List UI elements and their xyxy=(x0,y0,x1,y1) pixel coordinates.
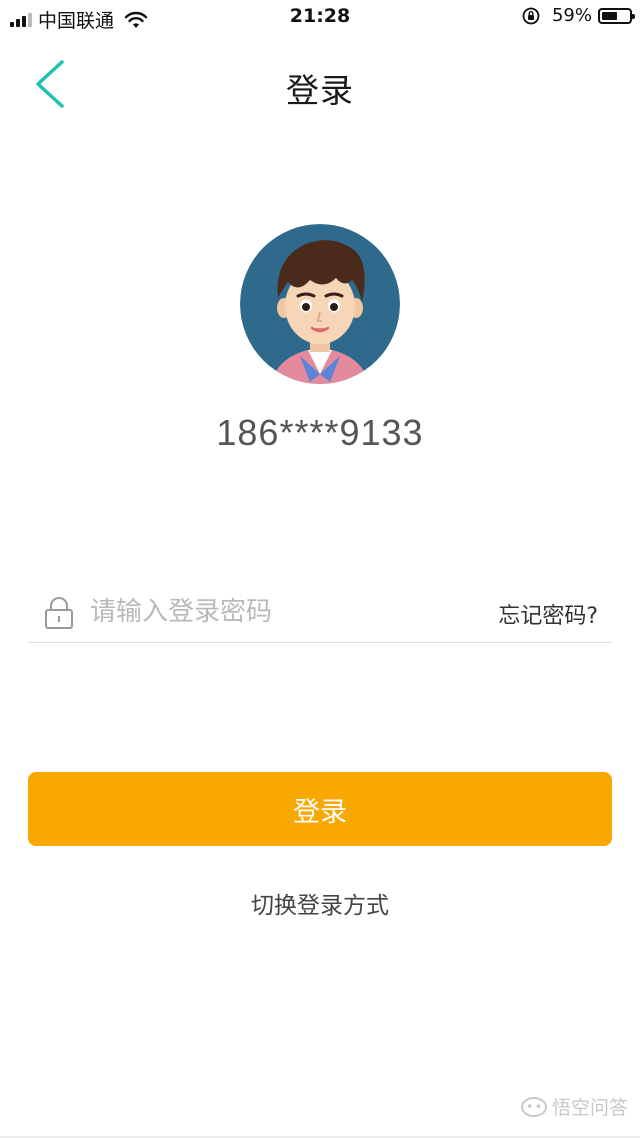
forgot-password-link[interactable]: 忘记密码? xyxy=(498,598,598,630)
password-input[interactable] xyxy=(90,590,470,634)
status-bar: 中国联通 21:28 59% xyxy=(0,0,640,34)
battery-fill xyxy=(602,11,617,20)
user-phone-number: 186****9133 xyxy=(216,412,424,453)
nav-bar: 登录 xyxy=(0,44,640,128)
watermark: 悟空问答 xyxy=(520,1093,628,1120)
battery-percent: 59% xyxy=(551,5,592,26)
user-avatar xyxy=(240,224,400,384)
watermark-text: 悟空问答 xyxy=(551,1097,628,1119)
lock-icon xyxy=(45,597,73,629)
watermark-logo-icon xyxy=(520,1096,547,1117)
battery-icon xyxy=(598,7,635,24)
rotation-lock-icon xyxy=(522,7,540,24)
login-button[interactable]: 登录 xyxy=(28,772,612,846)
status-right: 59% xyxy=(522,5,635,26)
password-row: 忘记密码? xyxy=(28,584,612,643)
page-title: 登录 xyxy=(286,71,354,110)
switch-login-method-link[interactable]: 切换登录方式 xyxy=(0,886,640,920)
